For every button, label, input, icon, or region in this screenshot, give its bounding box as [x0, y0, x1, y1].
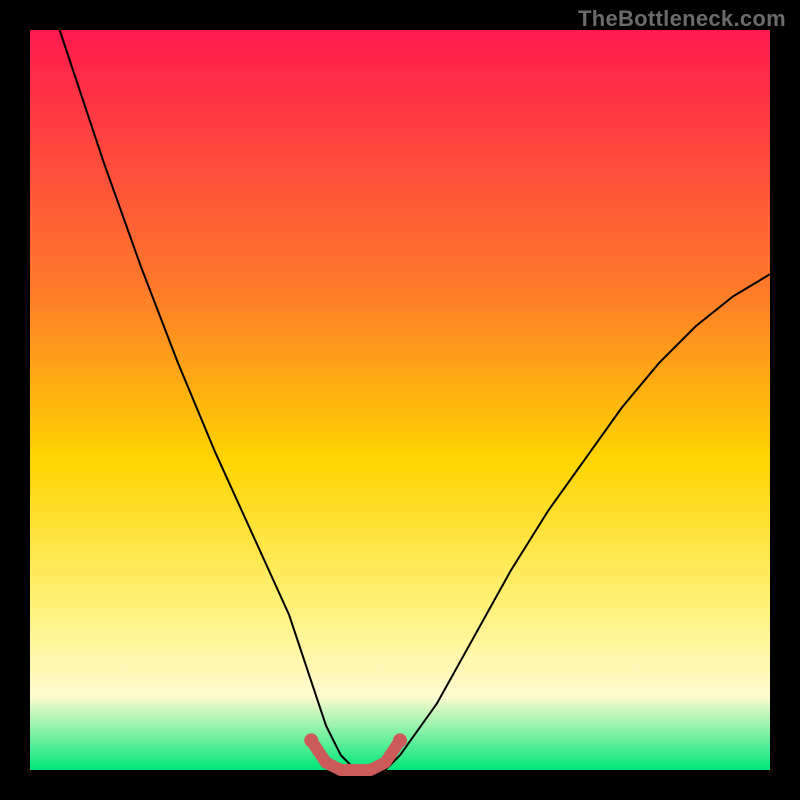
optimal-segment-left-dot — [304, 733, 318, 747]
watermark-label: TheBottleneck.com — [578, 6, 786, 32]
optimal-segment-right-dot — [393, 733, 407, 747]
chart-frame: TheBottleneck.com — [0, 0, 800, 800]
bottleneck-chart — [0, 0, 800, 800]
plot-background — [30, 30, 770, 770]
